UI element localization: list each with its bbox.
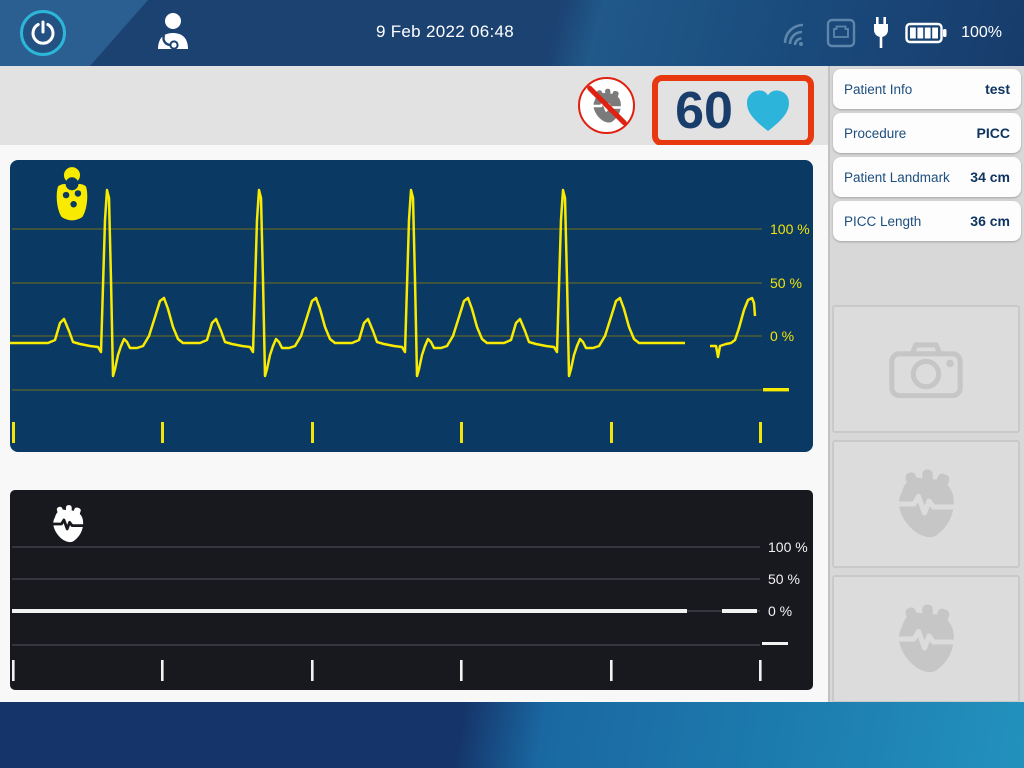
heart-placeholder-icon xyxy=(893,468,959,540)
wifi-icon xyxy=(779,19,811,47)
p-axis-50: 50 % xyxy=(768,571,800,587)
patient-landmark-label: Patient Landmark xyxy=(844,170,950,185)
ecg-axis-100: 100 % xyxy=(770,221,810,237)
ecg-time-ticks xyxy=(12,422,762,443)
p-chart-canvas: 100 % 50 % 0 % xyxy=(10,490,813,690)
clinician-icon xyxy=(150,11,194,55)
picc-length-value: 36 cm xyxy=(970,213,1010,229)
procedure-label: Procedure xyxy=(844,126,906,141)
heart-icon xyxy=(745,89,791,133)
procedure-field[interactable]: Procedure PICC xyxy=(833,113,1021,153)
p-axis-0: 0 % xyxy=(768,603,792,619)
main-content: 100 % 50 % 0 % xyxy=(0,145,828,702)
ecg-trace-sweep-tail xyxy=(710,298,755,357)
datetime-label: 9 Feb 2022 06:48 xyxy=(340,22,550,42)
snapshot-slot-3 xyxy=(832,575,1020,703)
ethernet-icon xyxy=(825,17,857,49)
ecg-axis-50: 50 % xyxy=(770,275,802,291)
heart-rate-value: 60 xyxy=(675,85,733,137)
p-axis-100: 100 % xyxy=(768,539,808,555)
picc-length-label: PICC Length xyxy=(844,214,921,229)
vitals-header: 60 xyxy=(0,66,828,145)
hr-detection-off-indicator xyxy=(578,77,635,134)
p-wave-chart: 100 % 50 % 0 % xyxy=(10,490,813,690)
sidebar: Patient Info test Procedure PICC Patient… xyxy=(828,66,1024,702)
patient-info-field[interactable]: Patient Info test xyxy=(833,69,1021,109)
camera-placeholder-icon xyxy=(888,338,964,400)
patient-landmark-field[interactable]: Patient Landmark 34 cm xyxy=(833,157,1021,197)
ecg-waveform-chart: 100 % 50 % 0 % xyxy=(10,160,813,452)
clinician-button[interactable] xyxy=(150,11,194,55)
device-screen: 9 Feb 2022 06:48 xyxy=(0,0,1024,768)
status-tray: 100% xyxy=(779,0,1002,66)
heart-placeholder-icon xyxy=(893,603,959,675)
ecg-chart-canvas: 100 % 50 % 0 % xyxy=(10,160,813,452)
patient-info-value: test xyxy=(985,81,1010,97)
p-marker-dash xyxy=(762,642,788,645)
power-button[interactable] xyxy=(20,10,66,56)
snapshot-slot-1 xyxy=(832,305,1020,433)
battery-percent-label: 100% xyxy=(961,24,1002,42)
bottom-toolbar: Finish xyxy=(0,702,1024,768)
torso-lead-icon xyxy=(57,167,88,220)
ecg-marker-dash xyxy=(763,388,789,391)
procedure-value: PICC xyxy=(977,125,1010,141)
picc-length-field[interactable]: PICC Length 36 cm xyxy=(833,201,1021,241)
patient-landmark-value: 34 cm xyxy=(970,169,1010,185)
battery-icon xyxy=(905,22,947,44)
p-time-ticks xyxy=(12,660,762,681)
ecg-axis-0: 0 % xyxy=(770,328,794,344)
top-bar: 9 Feb 2022 06:48 xyxy=(0,0,1024,66)
power-icon xyxy=(30,20,56,46)
heart-rate-panel: 60 xyxy=(652,75,814,146)
snapshot-slot-2 xyxy=(832,440,1020,568)
power-plug-icon xyxy=(871,16,891,50)
patient-info-label: Patient Info xyxy=(844,82,912,97)
cardiac-heart-icon xyxy=(53,505,83,542)
